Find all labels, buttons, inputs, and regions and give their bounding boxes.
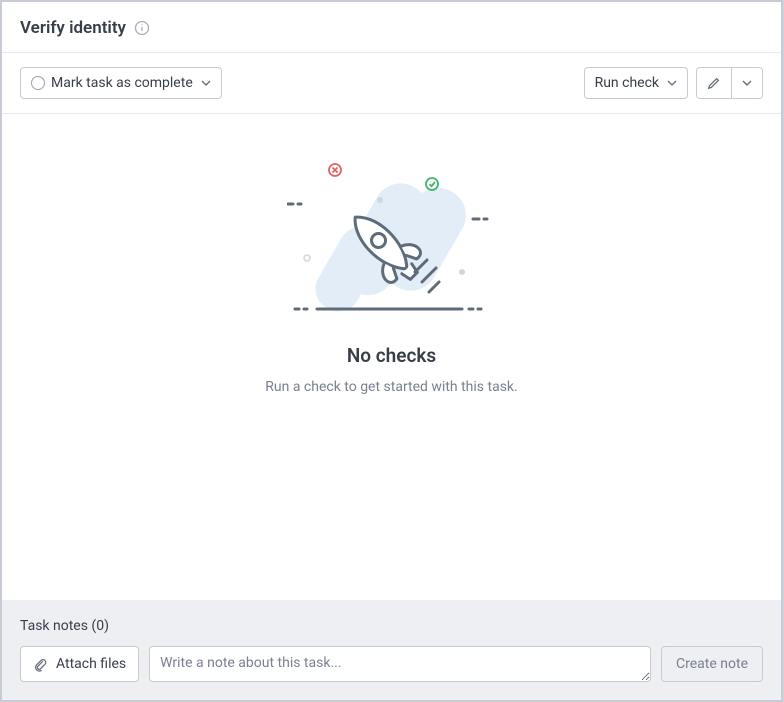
toolbar-right: Run check	[584, 67, 763, 99]
pencil-icon	[707, 76, 721, 90]
create-note-label: Create note	[676, 656, 748, 672]
chevron-down-icon	[201, 78, 211, 88]
edit-button[interactable]	[697, 68, 731, 98]
empty-title: No checks	[347, 344, 436, 367]
edit-menu-button[interactable]	[731, 68, 762, 98]
mark-complete-label: Mark task as complete	[51, 75, 193, 91]
verify-identity-panel: Verify identity Mark task as complete Ru…	[0, 0, 783, 702]
empty-subtitle: Run a check to get started with this tas…	[265, 379, 517, 395]
chevron-down-icon	[667, 78, 677, 88]
task-notes-title: Task notes (0)	[20, 618, 763, 634]
circle-icon	[31, 76, 45, 90]
chevron-down-icon	[742, 78, 752, 88]
page-title: Verify identity	[20, 18, 126, 38]
paperclip-icon	[33, 657, 48, 672]
task-notes-section: Task notes (0) Attach files Create note	[2, 600, 781, 700]
attach-files-button[interactable]: Attach files	[20, 646, 139, 682]
panel-header: Verify identity	[2, 2, 781, 53]
attach-files-label: Attach files	[56, 656, 126, 672]
mark-complete-button[interactable]: Mark task as complete	[20, 67, 222, 99]
edit-split-button	[696, 67, 763, 99]
empty-state: No checks Run a check to get started wit…	[2, 114, 781, 600]
info-icon[interactable]	[134, 20, 150, 36]
note-input[interactable]	[149, 646, 651, 682]
rocket-illustration	[287, 154, 497, 324]
notes-row: Attach files Create note	[20, 646, 763, 682]
run-check-label: Run check	[595, 75, 659, 91]
create-note-button[interactable]: Create note	[661, 646, 763, 682]
run-check-button[interactable]: Run check	[584, 67, 688, 99]
toolbar: Mark task as complete Run check	[2, 53, 781, 114]
